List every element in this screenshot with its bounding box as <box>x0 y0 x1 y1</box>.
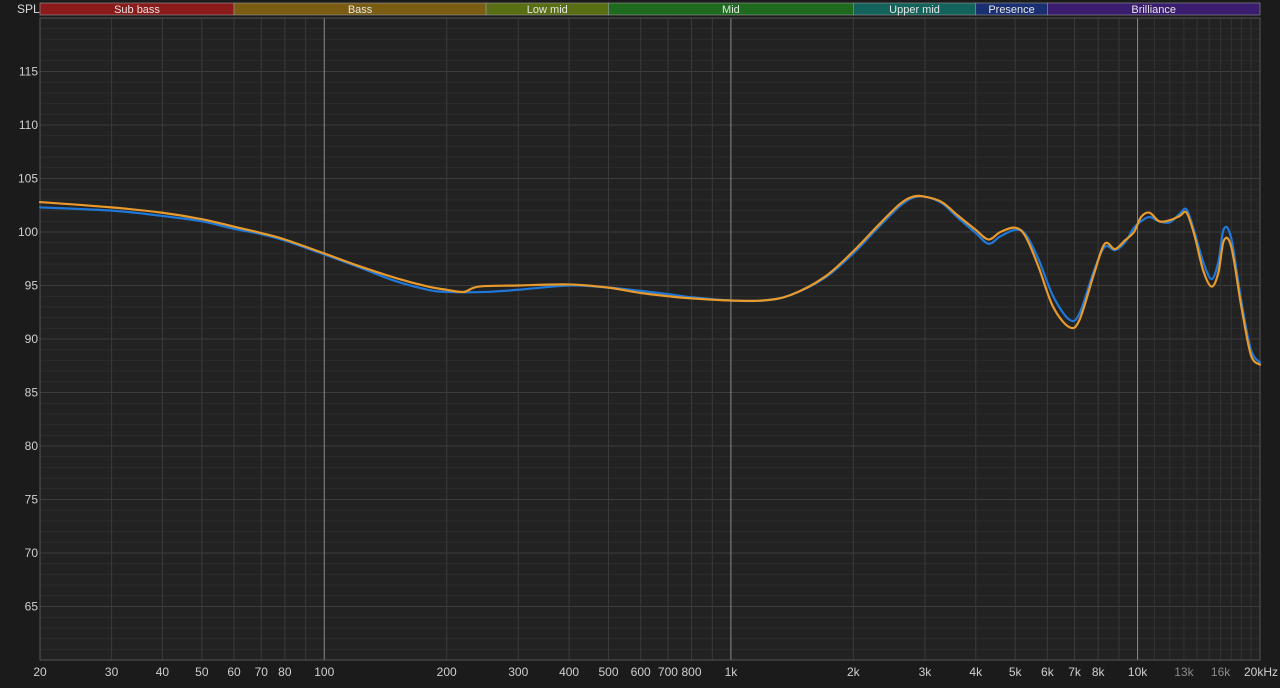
x-tick-label: 20kHz <box>1244 665 1278 679</box>
x-tick-label: 16k <box>1211 665 1231 679</box>
x-tick-label: 4k <box>969 665 983 679</box>
y-tick-label: 105 <box>18 172 38 186</box>
x-tick-label: 60 <box>227 665 241 679</box>
y-tick-label: 75 <box>25 493 39 507</box>
band-label: Mid <box>722 4 740 16</box>
y-tick-label: 110 <box>19 118 38 132</box>
y-tick-label: 100 <box>18 225 38 239</box>
band-label: Bass <box>348 4 373 16</box>
y-axis-label: SPL <box>17 2 40 16</box>
x-tick-label: 8k <box>1092 665 1106 679</box>
x-tick-label: 30 <box>105 665 119 679</box>
y-tick-label: 80 <box>25 439 39 453</box>
x-tick-label: 40 <box>156 665 170 679</box>
x-tick-label: 600 <box>631 665 651 679</box>
x-tick-label: 300 <box>508 665 528 679</box>
y-tick-label: 65 <box>25 600 39 614</box>
x-tick-labels: 20 30 40 50 60 70 80 100 200 300 400 500 600 700 800 1k… <box>33 665 1278 679</box>
x-tick-label: 80 <box>278 665 292 679</box>
x-tick-label: 70 <box>255 665 269 679</box>
x-tick-label: 1k <box>725 665 739 679</box>
x-tick-label: 5k <box>1009 665 1023 679</box>
x-tick-label: 400 <box>559 665 579 679</box>
x-tick-label: 2k <box>847 665 861 679</box>
x-tick-label: 6k <box>1041 665 1055 679</box>
x-tick-label: 100 <box>314 665 334 679</box>
band-label: Low mid <box>527 4 568 16</box>
x-tick-label: 3k <box>919 665 933 679</box>
band-header: Sub bass Bass Low mid Mid Upper mid Presence B… <box>39 2 1261 16</box>
x-tick-label: 50 <box>195 665 209 679</box>
y-tick-label: 85 <box>25 386 39 400</box>
band-label: Upper mid <box>889 4 940 16</box>
y-tick-label: 70 <box>25 546 39 560</box>
x-tick-label: 13k <box>1174 665 1194 679</box>
frequency-response-chart: TheHeadphoneオーディオガジェットアーカイブ Sub bassBass… <box>0 0 1280 683</box>
x-tick-label: 20 <box>33 665 47 679</box>
band-label: Brilliance <box>1131 4 1176 16</box>
x-tick-label: 500 <box>598 665 618 679</box>
y-tick-label: 115 <box>19 65 38 79</box>
x-tick-label: 200 <box>437 665 457 679</box>
y-tick-label: 95 <box>25 279 39 293</box>
y-tick-label: 90 <box>25 332 39 346</box>
x-tick-label: 800 <box>681 665 701 679</box>
x-tick-label: 700 <box>658 665 678 679</box>
y-tick-labels: 65 70 75 80 85 90 95 100 105 110 115 <box>18 65 38 614</box>
x-tick-label: 7k <box>1068 665 1082 679</box>
x-tick-label: 10k <box>1128 665 1148 679</box>
band-label: Presence <box>988 4 1034 16</box>
band-label: Sub bass <box>114 4 160 16</box>
chart-svg: TheHeadphoneオーディオガジェットアーカイブ Sub bassBass… <box>17 2 1278 679</box>
